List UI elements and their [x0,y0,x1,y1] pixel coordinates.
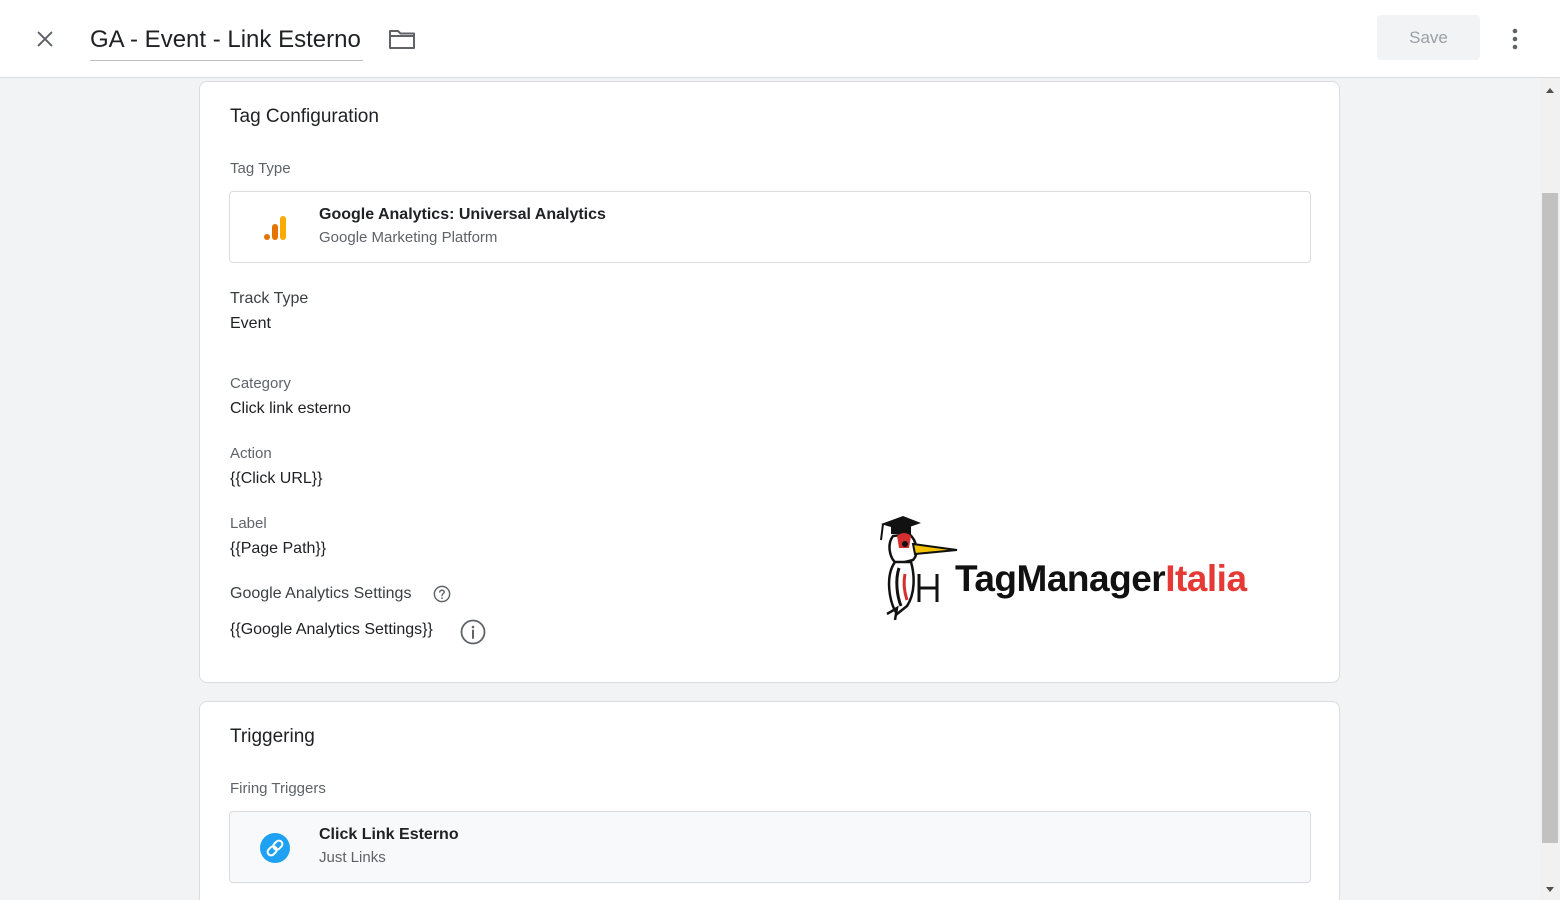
tag-configuration-card[interactable]: Tag Configuration Tag Type Google Analyt… [199,81,1340,683]
folder-icon [389,30,415,49]
tag-type-name: Google Analytics: Universal Analytics [319,206,606,223]
more-vert-icon [1512,28,1518,50]
tag-type-provider: Google Marketing Platform [319,229,498,246]
content-area: Tag Configuration Tag Type Google Analyt… [0,78,1540,900]
tag-manager-italia-logo: TagManagerItalia [875,510,1285,620]
firing-triggers-label: Firing Triggers [230,780,326,797]
folder-button[interactable] [386,24,418,54]
save-button[interactable]: Save [1377,15,1480,60]
card-title: Tag Configuration [230,106,379,127]
label-value: {{Page Path}} [230,540,327,557]
scroll-up-button[interactable] [1540,80,1560,100]
logo-text-part1: TagManager [955,558,1166,599]
help-icon[interactable] [432,584,452,604]
track-type-value: Event [230,315,271,332]
action-label: Action [230,445,272,462]
scroll-down-button[interactable] [1540,880,1560,900]
tag-name-field[interactable]: GA - Event - Link Esterno [90,20,363,61]
more-options-button[interactable] [1500,20,1530,58]
google-analytics-icon [258,211,292,245]
trigger-tile[interactable]: Click Link Esterno Just Links [229,811,1311,883]
category-label: Category [230,375,291,392]
info-icon[interactable] [459,618,487,646]
link-icon [258,831,292,865]
trigger-type: Just Links [319,849,386,866]
arrow-up-icon [1546,88,1554,93]
logo-text: TagManagerItalia [955,558,1247,600]
arrow-down-icon [1546,887,1554,892]
tag-type-tile[interactable]: Google Analytics: Universal Analytics Go… [229,191,1311,263]
category-value: Click link esterno [230,400,351,417]
top-bar: GA - Event - Link Esterno Save [0,0,1560,78]
tag-type-label: Tag Type [230,160,291,177]
trigger-name: Click Link Esterno [319,826,459,843]
close-icon [37,31,53,47]
scrollbar-thumb[interactable] [1542,193,1558,843]
ga-settings-value[interactable]: {{Google Analytics Settings}} [230,621,433,639]
track-type-label: Track Type [230,290,309,307]
woodpecker-mascot-icon [880,516,958,620]
label-label: Label [230,515,267,532]
card-title: Triggering [230,726,315,747]
triggering-card[interactable]: Triggering Firing Triggers Click Link Es… [199,701,1340,900]
action-value: {{Click URL}} [230,470,323,487]
vertical-scrollbar[interactable] [1540,78,1560,900]
tag-name-text: GA - Event - Link Esterno [90,26,361,53]
close-button[interactable] [26,20,64,58]
ga-settings-label: Google Analytics Settings [230,585,412,602]
logo-text-part2: Italia [1165,558,1247,599]
